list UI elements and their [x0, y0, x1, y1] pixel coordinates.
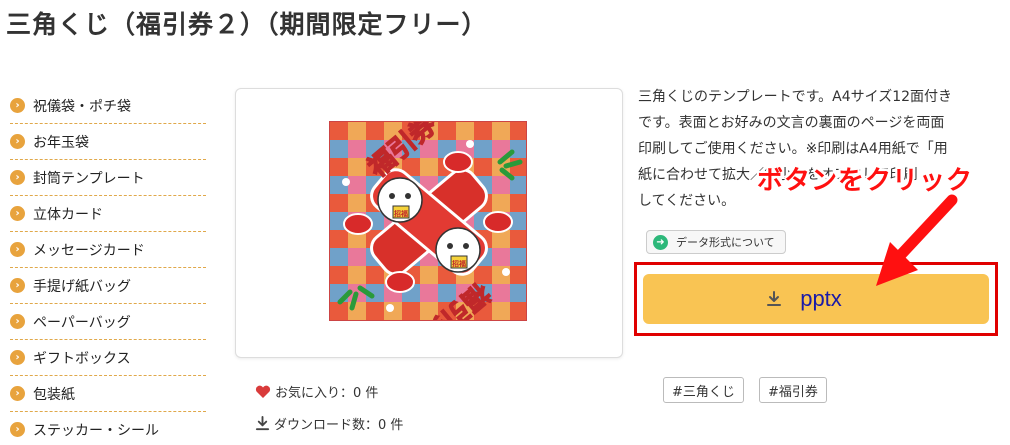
downloads-count: ダウンロード数：0 件 [255, 414, 403, 433]
page-title: 三角くじ（福引券２）（期間限定フリー） [6, 10, 488, 39]
sidebar-item-label: お年玉袋 [33, 134, 89, 151]
favorites-count: お気に入り：0 件 [255, 382, 378, 401]
download-button-label: pptx [800, 286, 842, 311]
sidebar-item-sticker-seal[interactable]: › ステッカー・シール [10, 412, 206, 445]
downloads-label: ダウンロード数：0 件 [274, 418, 404, 433]
tag-sankaku-kuji[interactable]: #三角くじ [663, 377, 744, 403]
page: 三角くじ（福引券２）（期間限定フリー） › 祝儀袋・ポチ袋 › お年玉袋 › 封… [0, 0, 1010, 445]
download-icon [767, 291, 782, 306]
thumbnail-badge-left: 招福 [394, 209, 408, 218]
sidebar-item-otoshidama-bukuro[interactable]: › お年玉袋 [10, 124, 206, 160]
sidebar-item-label: 手提げ紙バッグ [33, 278, 131, 295]
download-icon [255, 416, 270, 431]
chevron-right-circle-icon: › [10, 242, 25, 257]
chevron-right-circle-icon: › [10, 314, 25, 329]
sidebar-item-paper-bag[interactable]: › ペーパーバッグ [10, 304, 206, 340]
chevron-right-circle-icon: › [10, 134, 25, 149]
sidebar-item-label: ペーパーバッグ [33, 314, 131, 331]
heart-icon [255, 385, 271, 398]
chevron-right-circle-icon: › [10, 170, 25, 185]
chevron-right-circle-icon: › [10, 278, 25, 293]
sidebar-item-handled-paper-bag[interactable]: › 手提げ紙バッグ [10, 268, 206, 304]
arrow-right-circle-icon: ➜ [653, 234, 668, 250]
sidebar-item-message-card[interactable]: › メッセージカード [10, 232, 206, 268]
sidebar-item-gift-box[interactable]: › ギフトボックス [10, 340, 206, 376]
sidebar-item-label: 封筒テンプレート [33, 170, 145, 187]
sidebar-item-envelope-template[interactable]: › 封筒テンプレート [10, 160, 206, 196]
fukubiki-ticket-illustration: 福引券 福引券 招福 招福 [330, 122, 526, 320]
sidebar-item-wrapping-paper[interactable]: › 包装紙 [10, 376, 206, 412]
tag-fukubiki-ken[interactable]: #福引券 [759, 377, 827, 403]
sidebar-item-label: 立体カード [33, 206, 103, 223]
favorites-label: お気に入り：0 件 [275, 386, 379, 401]
annotation-arrow-icon [876, 194, 958, 286]
sidebar-item-label: 祝儀袋・ポチ袋 [33, 98, 131, 115]
data-format-button[interactable]: ➜ データ形式について [646, 230, 786, 254]
data-format-label: データ形式について [676, 236, 775, 249]
sidebar-item-3d-card[interactable]: › 立体カード [10, 196, 206, 232]
product-image-card: 福引券 福引券 招福 招福 [235, 88, 623, 358]
sidebar-item-label: 包装紙 [33, 386, 75, 403]
thumbnail-badge-right: 招福 [452, 259, 466, 268]
product-thumbnail[interactable]: 福引券 福引券 招福 招福 [329, 121, 527, 321]
description-line: 印刷してご使用ください。※印刷はA4用紙で「用 [638, 141, 948, 157]
chevron-right-circle-icon: › [10, 422, 25, 437]
chevron-right-circle-icon: › [10, 206, 25, 221]
sidebar-item-label: メッセージカード [33, 242, 145, 259]
sidebar-item-label: ステッカー・シール [33, 422, 159, 439]
description-line: 三角くじのテンプレートです。A4サイズ12面付き [638, 89, 953, 105]
chevron-right-circle-icon: › [10, 386, 25, 401]
chevron-right-circle-icon: › [10, 350, 25, 365]
chevron-right-circle-icon: › [10, 98, 25, 113]
sidebar-item-shugi-bukuro[interactable]: › 祝儀袋・ポチ袋 [10, 88, 206, 124]
description-line: です。表面とお好みの文言の裏面のページを両面 [638, 115, 945, 131]
sidebar-item-label: ギフトボックス [33, 350, 131, 367]
category-sidebar: › 祝儀袋・ポチ袋 › お年玉袋 › 封筒テンプレート › 立体カード › メッ… [10, 88, 206, 445]
